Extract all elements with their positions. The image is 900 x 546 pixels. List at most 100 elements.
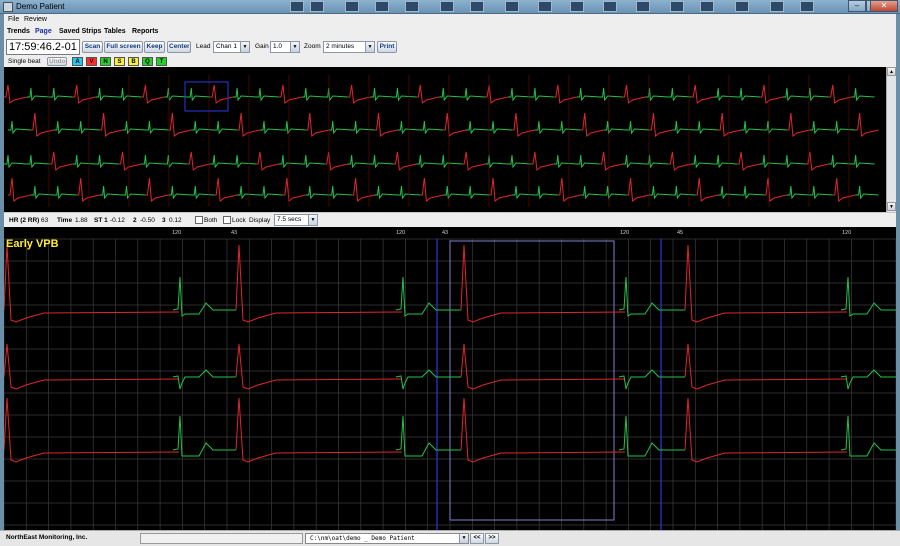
hr-label: HR (2 RR)	[9, 217, 40, 224]
scroll-up-icon[interactable]: ▲	[887, 67, 896, 76]
overview-panel[interactable]	[4, 67, 886, 212]
beat-class-a-button[interactable]: A	[72, 57, 83, 66]
next-file-button[interactable]: >>	[485, 533, 499, 544]
file-path-select[interactable]: C:\nm\oat\demo _ Demo Patient ▼	[305, 533, 469, 544]
display-select[interactable]: 7.5 secs ▼	[274, 214, 318, 226]
normal-beat-trace-ch3	[618, 415, 685, 457]
window-thumbnail-9-icon[interactable]	[538, 1, 552, 12]
vpb-beat-trace-ch3	[235, 397, 403, 463]
overview-normal-trace	[8, 120, 856, 135]
tab-trends[interactable]: Trends	[7, 28, 30, 35]
previous-file-button[interactable]: <<	[470, 533, 484, 544]
ecg-strip: 120 43 120 43 120 45 120	[4, 230, 896, 530]
full-screen-button[interactable]: Full screen	[104, 41, 143, 53]
vpb-beat-trace-ch1	[684, 244, 848, 323]
rr-interval-label: 43	[231, 230, 237, 236]
ch3-label: 3	[162, 217, 166, 224]
overview-ecg	[4, 75, 879, 207]
hr-value: 63	[41, 217, 49, 224]
ecg-strip-panel[interactable]: 120 43 120 43 120 45 120 Early VPB	[4, 227, 896, 530]
time-value: 1.88	[75, 217, 88, 224]
display-value: 7.5 secs	[277, 216, 302, 223]
beat-class-b-button[interactable]: B	[128, 57, 139, 66]
beat-class-n-button[interactable]: N	[100, 57, 111, 66]
window-thumbnail-16-icon[interactable]	[770, 1, 784, 12]
window-thumbnail-14-icon[interactable]	[700, 1, 714, 12]
vpb-beat-trace-ch2	[235, 343, 403, 390]
single-beat-label: Single beat	[8, 58, 41, 65]
chevron-down-icon: ▼	[290, 42, 299, 52]
ch3-value: 0.12	[169, 217, 182, 224]
both-checkbox[interactable]	[195, 216, 203, 224]
window-thumbnail-12-icon[interactable]	[636, 1, 650, 12]
rr-interval-label: 120	[620, 230, 629, 236]
vpb-beat-trace-ch2	[4, 343, 180, 390]
beat-class-s-button[interactable]: S	[114, 57, 125, 66]
window-thumbnail-10-icon[interactable]	[570, 1, 584, 12]
vpb-beat-trace-ch1	[460, 244, 626, 323]
vpb-beat-trace-ch1	[235, 244, 403, 323]
window-thumbnail-13-icon[interactable]	[670, 1, 684, 12]
window-thumbnail-7-icon[interactable]	[470, 1, 484, 12]
lead-value: Chan 1	[216, 43, 237, 50]
center-button[interactable]: Center	[167, 41, 191, 53]
window-thumbnail-1-icon[interactable]	[290, 1, 304, 12]
window-thumbnail-11-icon[interactable]	[603, 1, 617, 12]
tab-saved-strips[interactable]: Saved Strips	[59, 28, 101, 35]
time-label: Time	[57, 217, 73, 224]
rr-interval-label: 43	[442, 230, 448, 236]
st1-value: -0.12	[110, 217, 125, 224]
beat-class-q-button[interactable]: Q	[142, 57, 153, 66]
nav-tabs: Trends Page Saved Strips Tables Reports	[4, 26, 896, 38]
gain-select[interactable]: 1.0 ▼	[270, 41, 300, 53]
window-thumbnail-8-icon[interactable]	[505, 1, 519, 12]
vpb-beat-trace-ch3	[460, 397, 626, 463]
scan-button[interactable]: Scan	[82, 41, 103, 53]
keep-button[interactable]: Keep	[144, 41, 165, 53]
overview-vpb-trace	[49, 151, 829, 171]
zoom-select[interactable]: 2 minutes ▼	[323, 41, 375, 53]
window-thumbnail-5-icon[interactable]	[405, 1, 419, 12]
print-button[interactable]: Print	[377, 41, 397, 53]
scroll-down-icon[interactable]: ▼	[887, 202, 896, 211]
overview-vpb-trace	[30, 112, 879, 137]
lock-checkbox[interactable]	[223, 216, 231, 224]
display-label: Display	[249, 217, 271, 224]
measurement-bar: HR (2 RR) 63 Time 1.88 ST 1 -0.12 2 -0.5…	[4, 212, 896, 227]
overview-normal-trace	[30, 185, 879, 200]
gain-label: Gain	[255, 43, 269, 50]
tab-page[interactable]: Page	[35, 28, 52, 35]
window-thumbnail-6-icon[interactable]	[440, 1, 454, 12]
title-bar: Demo Patient – □ ✕	[0, 0, 900, 14]
undo-button[interactable]: Undo	[47, 57, 67, 66]
time-field[interactable]: 17:59:46.2-01	[6, 39, 80, 55]
window-thumbnail-2-icon[interactable]	[310, 1, 324, 12]
rr-interval-label: 45	[677, 230, 683, 236]
beat-class-t-button[interactable]: T	[156, 57, 167, 66]
rr-interval-label: 120	[842, 230, 851, 236]
app-icon	[3, 2, 13, 12]
beat-class-v-button[interactable]: V	[86, 57, 97, 66]
menu-review[interactable]: Review	[24, 16, 47, 23]
both-label: Both	[204, 217, 218, 224]
vpb-beat-trace-ch3	[684, 397, 848, 463]
status-bar: NorthEast Monitoring, Inc. C:\nm\oat\dem…	[0, 530, 900, 546]
lead-select[interactable]: Chan 1 ▼	[213, 41, 250, 53]
chevron-down-icon: ▼	[365, 42, 374, 52]
window-thumbnail-4-icon[interactable]	[375, 1, 389, 12]
chevron-down-icon: ▼	[308, 215, 317, 225]
ch2-label: 2	[133, 217, 137, 224]
vpb-beat-trace-ch3	[4, 397, 180, 463]
window-thumbnail-17-icon[interactable]	[800, 1, 814, 12]
chevron-down-icon: ▼	[240, 42, 249, 52]
window-thumbnail-15-icon[interactable]	[735, 1, 749, 12]
window-thumbnail-3-icon[interactable]	[345, 1, 359, 12]
tab-tables[interactable]: Tables	[104, 28, 126, 35]
overview-scrollbar[interactable]: ▲ ▼	[886, 67, 896, 212]
rr-interval-label: 120	[172, 230, 181, 236]
close-button[interactable]: ✕	[870, 0, 898, 12]
menu-file[interactable]: File	[8, 16, 19, 23]
minimize-button[interactable]: –	[848, 0, 866, 12]
tab-reports[interactable]: Reports	[132, 28, 158, 35]
overview-vpb-trace	[4, 84, 852, 104]
